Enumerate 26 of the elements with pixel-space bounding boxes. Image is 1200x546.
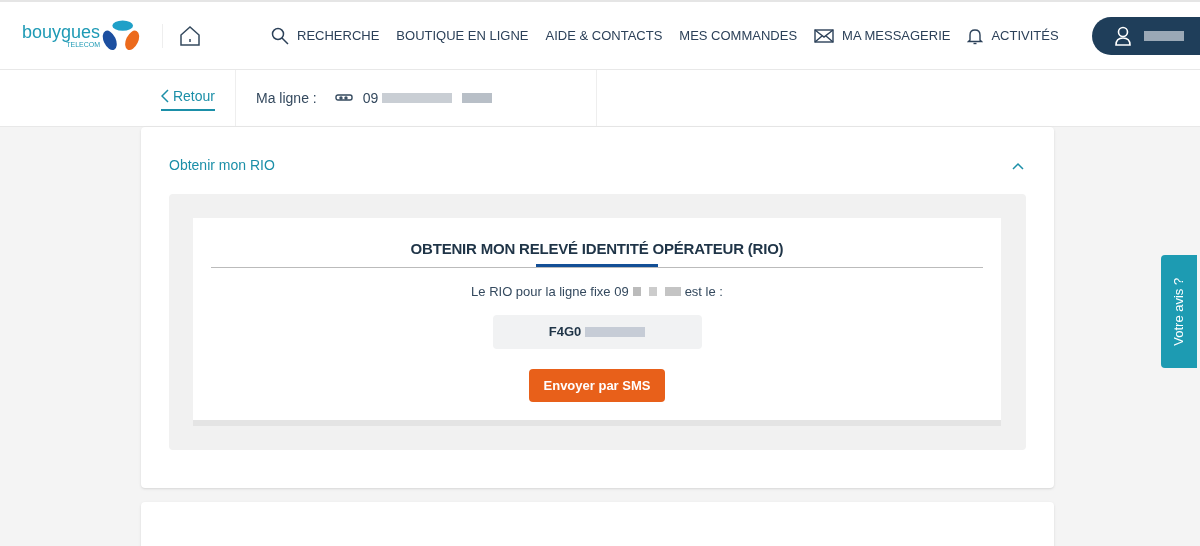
nav-link[interactable]: ACTIVITÉS	[991, 25, 1059, 46]
redacted-name	[1144, 30, 1184, 41]
nav-link[interactable]: MA MESSAGERIE	[842, 25, 951, 46]
mail-icon	[814, 28, 835, 43]
rio-sentence: Le RIO pour la ligne fixe 09	[471, 282, 629, 301]
account-button[interactable]	[1092, 16, 1200, 55]
bell-icon	[967, 26, 984, 45]
logo-wordmark: bouygues	[22, 23, 101, 41]
redacted-code	[585, 327, 646, 337]
section-title: Obtenir mon RIO	[169, 156, 275, 175]
nav-link[interactable]: RECHERCHE	[297, 25, 380, 46]
nav-link[interactable]: AIDE & CONTACTS	[545, 25, 663, 46]
card-heading: OBTENIR MON RELEVÉ IDENTITÉ OPÉRATEUR (RIO)	[410, 239, 784, 259]
nav-link[interactable]: BOUTIQUE EN LIGNE	[396, 25, 529, 46]
home-icon[interactable]	[179, 24, 201, 47]
rio-code: F4G0	[548, 323, 582, 342]
section-header[interactable]: Obtenir mon RIO	[169, 155, 1026, 176]
line-number: 09	[362, 88, 379, 108]
rio-sentence-end: est le :	[684, 282, 723, 301]
back-chevron-icon	[160, 89, 169, 103]
search-icon	[271, 26, 289, 45]
back-link[interactable]: Retour	[160, 85, 215, 111]
nav-link[interactable]: MES COMMANDES	[679, 25, 798, 46]
user-icon	[1114, 25, 1132, 46]
redacted-number	[632, 286, 681, 296]
line-label: Ma ligne :	[256, 88, 317, 108]
